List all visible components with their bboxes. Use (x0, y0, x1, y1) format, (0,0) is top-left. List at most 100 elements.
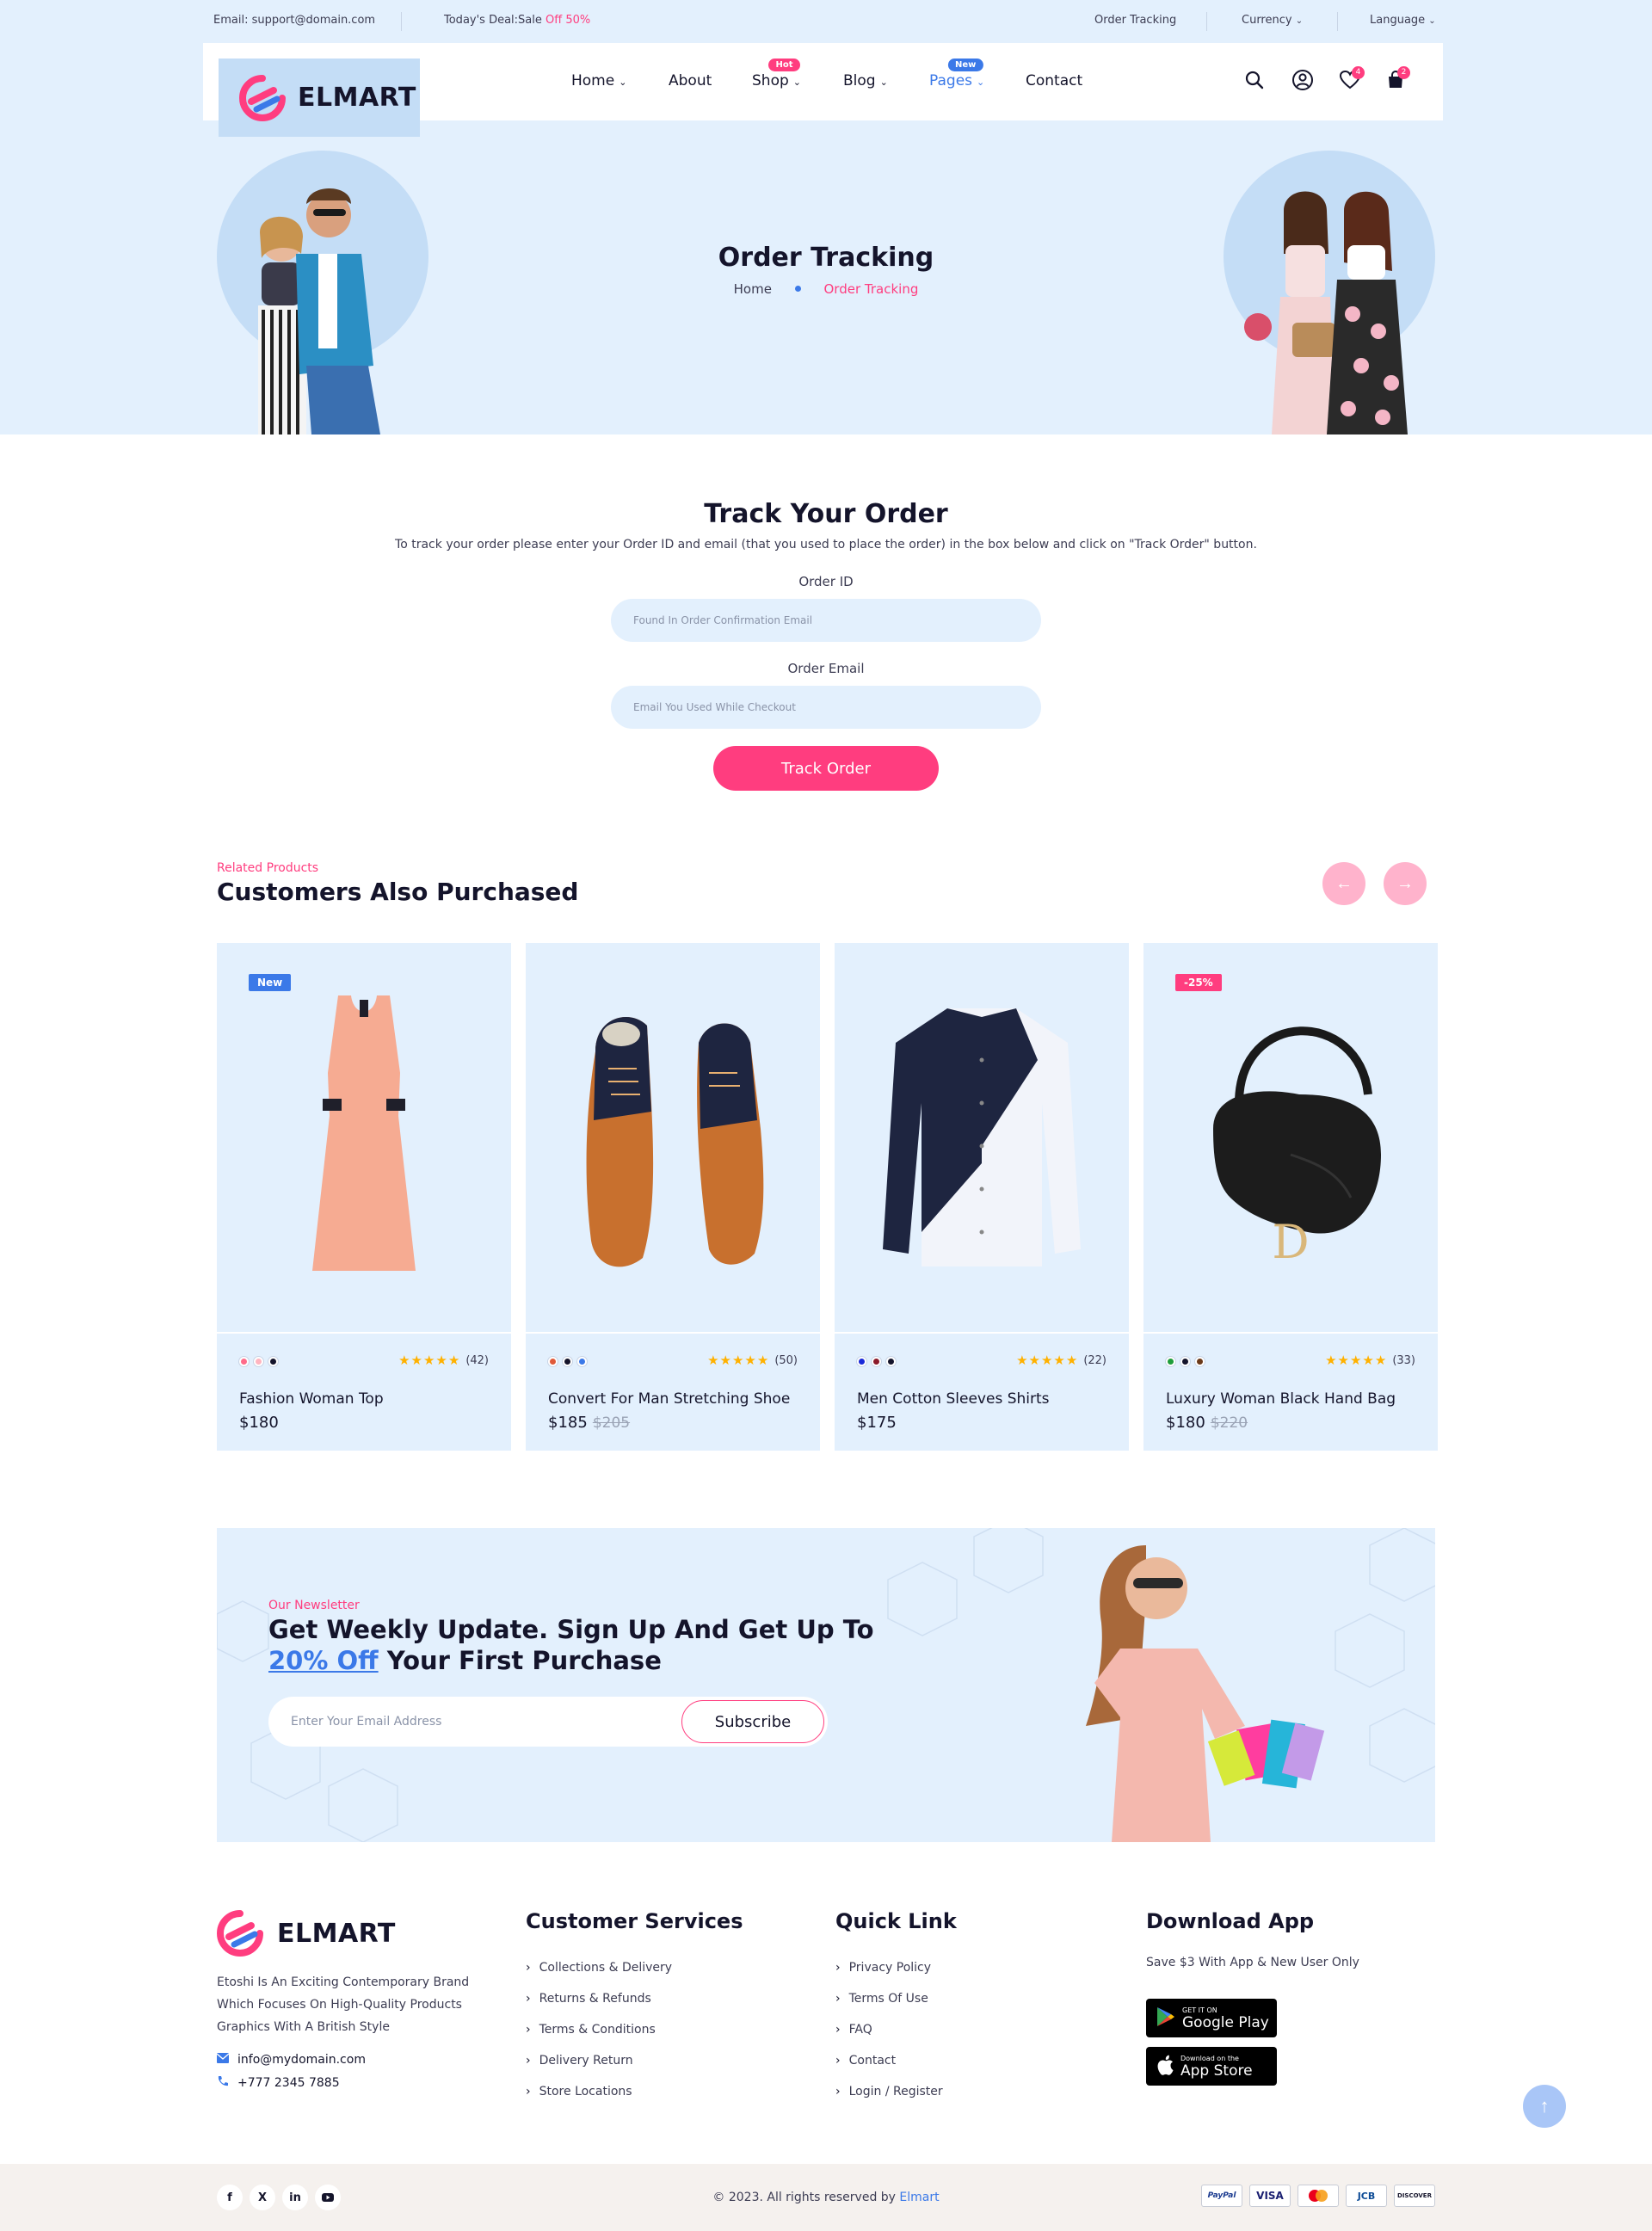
product-name[interactable]: Convert For Man Stretching Shoe (548, 1390, 790, 1408)
nav-contact[interactable]: Contact (1026, 72, 1082, 89)
color-swatch[interactable] (577, 1357, 587, 1366)
apple-icon (1156, 2055, 1174, 2079)
color-swatch[interactable] (1166, 1357, 1175, 1366)
footer-link[interactable]: › Terms Of Use (835, 1992, 928, 2006)
support-email[interactable]: Email: support@domain.com (213, 14, 375, 27)
carousel-next-button[interactable]: → (1384, 862, 1427, 905)
color-swatch[interactable] (268, 1357, 278, 1366)
footer-link[interactable]: › Delivery Return (526, 2054, 633, 2068)
main-navbar: ELMART Home ⌄ About Shop ⌄ Hot Blog ⌄ Pages ⌄… (203, 43, 1443, 137)
product-name[interactable]: Men Cotton Sleeves Shirts (857, 1390, 1050, 1408)
footer-phone[interactable]: +777 2345 7885 (217, 2075, 340, 2091)
youtube-icon[interactable] (315, 2185, 341, 2210)
discount-link[interactable]: 20% Off (268, 1646, 379, 1675)
color-swatch[interactable] (857, 1357, 866, 1366)
product-rating: ★★★★★ (33) (1325, 1353, 1415, 1368)
order-tracking-link[interactable]: Order Tracking (1094, 14, 1176, 27)
color-swatch[interactable] (254, 1357, 263, 1366)
payment-methods: PayPal VISA JCB DISCOVER (1201, 2185, 1435, 2207)
color-swatch[interactable] (872, 1357, 881, 1366)
nav-blog[interactable]: Blog ⌄ (843, 72, 888, 89)
brand-link[interactable]: Elmart (899, 2191, 939, 2204)
breadcrumb-home[interactable]: Home (734, 281, 772, 297)
star-icons: ★★★★★ (707, 1353, 770, 1368)
carousel-prev-button[interactable]: ← (1322, 862, 1365, 905)
color-swatch[interactable] (1180, 1357, 1190, 1366)
facebook-icon[interactable]: f (217, 2185, 243, 2210)
paypal-icon: PayPal (1201, 2185, 1242, 2207)
language-select[interactable]: Language ⌄ (1370, 14, 1436, 27)
related-subtitle: Related Products (217, 861, 319, 875)
nav-shop[interactable]: Shop ⌄ Hot (752, 59, 801, 89)
color-swatch[interactable] (886, 1357, 896, 1366)
currency-select[interactable]: Currency ⌄ (1242, 14, 1303, 27)
product-name[interactable]: Luxury Woman Black Hand Bag (1166, 1390, 1396, 1408)
cart-icon[interactable]: 2 (1381, 65, 1410, 95)
customer-services-title: Customer Services (526, 1909, 743, 1933)
order-id-input[interactable] (611, 599, 1041, 642)
product-rating: ★★★★★ (50) (707, 1353, 798, 1368)
color-swatch[interactable] (1195, 1357, 1205, 1366)
app-store-button[interactable]: Download on the App Store (1146, 2047, 1277, 2086)
product-image[interactable] (217, 943, 511, 1332)
related-title: Customers Also Purchased (217, 878, 579, 906)
new-badge: New (948, 59, 983, 71)
logo-text: ELMART (298, 83, 416, 113)
linkedin-icon[interactable]: in (282, 2185, 308, 2210)
hero-left-image (217, 151, 428, 434)
user-icon[interactable] (1288, 65, 1317, 95)
scroll-to-top-button[interactable]: ↑ (1523, 2085, 1566, 2128)
newsletter-email-input[interactable] (291, 1697, 669, 1747)
chevron-down-icon: ⌄ (792, 77, 801, 88)
product-card[interactable]: ★★★★★ (22) Men Cotton Sleeves Shirts $175 (835, 943, 1129, 1451)
subscribe-button[interactable]: Subscribe (681, 1700, 824, 1743)
chevron-right-icon: › (526, 2085, 531, 2098)
nav-about[interactable]: About (669, 72, 712, 89)
footer-link[interactable]: › Login / Register (835, 2085, 943, 2098)
footer-link[interactable]: › Returns & Refunds (526, 1992, 651, 2006)
logo-link[interactable]: ELMART (219, 59, 420, 137)
footer-link[interactable]: › FAQ (835, 2023, 872, 2037)
x-icon[interactable]: X (250, 2185, 275, 2210)
footer-link[interactable]: › Contact (835, 2054, 896, 2068)
order-email-input[interactable] (611, 686, 1041, 729)
product-card[interactable]: New ★★★★★ (42) Fashion Woman Top $180 (217, 943, 511, 1451)
footer-link[interactable]: › Store Locations (526, 2085, 632, 2098)
heart-icon[interactable]: 4 (1335, 65, 1365, 95)
newsletter-title: Get Weekly Update. Sign Up And Get Up To… (268, 1615, 874, 1675)
google-play-button[interactable]: GET IT ON Google Play (1146, 1999, 1277, 2037)
divider (1206, 12, 1207, 31)
product-image[interactable] (526, 943, 820, 1332)
product-name[interactable]: Fashion Woman Top (239, 1390, 384, 1408)
social-links: f X in (217, 2185, 341, 2210)
footer-bottom-bar: f X in © 2023. All rights reserved by El… (0, 2164, 1652, 2231)
breadcrumb-separator (794, 286, 801, 292)
footer-link[interactable]: › Terms & Conditions (526, 2023, 656, 2037)
review-count: (42) (465, 1353, 489, 1367)
product-image[interactable]: D (1143, 943, 1438, 1332)
footer-link[interactable]: › Collections & Delivery (526, 1961, 672, 1975)
product-image[interactable] (835, 943, 1129, 1332)
track-order-title: Track Your Order (704, 499, 948, 529)
chevron-right-icon: › (835, 2054, 841, 2068)
color-swatch[interactable] (239, 1357, 249, 1366)
chevron-down-icon: ⌄ (977, 77, 985, 88)
product-card[interactable]: ★★★★★ (50) Convert For Man Stretching Sho… (526, 943, 820, 1451)
track-order-button[interactable]: Track Order (713, 746, 939, 791)
review-count: (50) (774, 1353, 798, 1367)
cart-count: 2 (1397, 66, 1410, 79)
nav-home[interactable]: Home ⌄ (571, 72, 626, 89)
nav-pages[interactable]: Pages ⌄ New (929, 59, 985, 89)
footer-email[interactable]: info@mydomain.com (216, 2053, 366, 2067)
product-card[interactable]: D -25% ★★★★★ (33) Luxury Woman Black Hand… (1143, 943, 1438, 1451)
search-icon[interactable] (1240, 65, 1269, 95)
footer-logo[interactable]: ELMART (217, 1910, 396, 1957)
divider (835, 1332, 1129, 1334)
newsletter-form: Subscribe (268, 1697, 828, 1747)
color-swatch[interactable] (548, 1357, 558, 1366)
color-swatch[interactable] (563, 1357, 572, 1366)
color-swatches (1166, 1357, 1205, 1366)
newsletter-section: Our Newsletter Get Weekly Update. Sign U… (217, 1528, 1435, 1842)
footer-link[interactable]: › Privacy Policy (835, 1961, 931, 1975)
couple-image (258, 188, 380, 434)
